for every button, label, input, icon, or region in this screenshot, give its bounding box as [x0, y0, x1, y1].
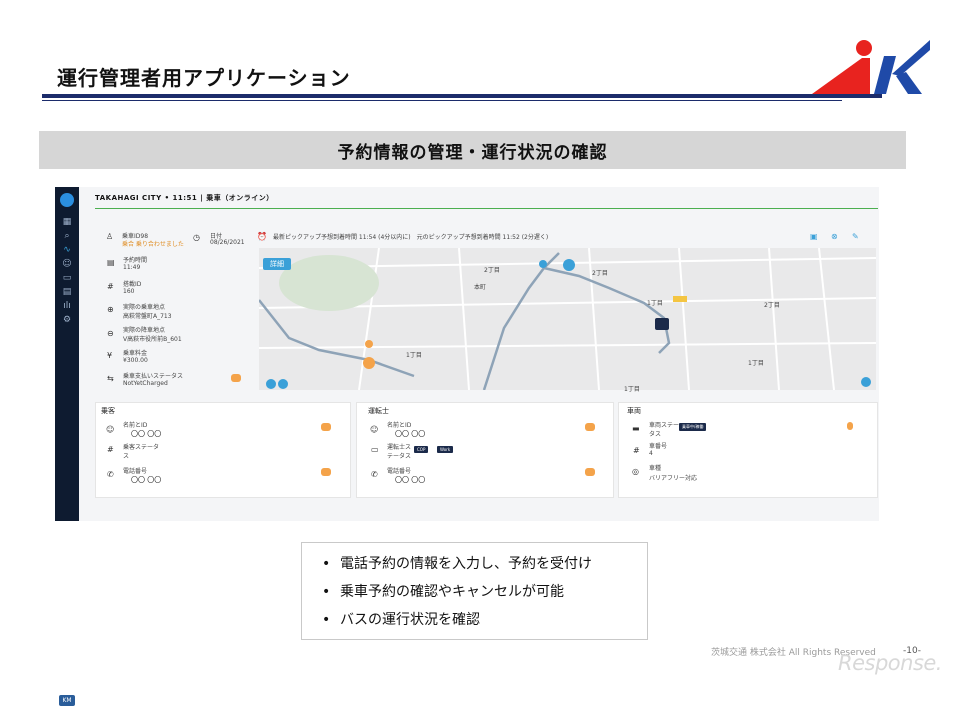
map-label: 1丁目 [748, 360, 764, 367]
detail-value: 高萩常盤町A_713 [123, 313, 172, 320]
passenger-card-title: 乗客 [101, 407, 115, 415]
passenger-phone-label: 電話番号 [123, 468, 148, 475]
cancel-icon[interactable]: ⊗ [831, 232, 838, 241]
vehicle-card [618, 402, 878, 498]
pin-plus-icon: ⊕ [107, 305, 114, 314]
route-icon[interactable]: ∿ [61, 245, 73, 255]
bus-icon[interactable]: ▭ [61, 273, 73, 283]
driver-name-label: 名前とID [387, 422, 412, 429]
ride-status: 乗合 乗り合わせました [122, 241, 184, 248]
driver-status-label: 運転士ステータス [387, 444, 412, 460]
section-banner: 予約情報の管理・運行状況の確認 [39, 131, 906, 169]
passenger-call-button[interactable] [321, 468, 331, 476]
map-label: 2丁目 [764, 302, 780, 309]
map-canvas [259, 248, 876, 390]
app-sidebar: ▦ ⌕ ∿ ☺ ▭ ▤ ılı ⚙ KM [55, 187, 79, 706]
wheelchair-icon: ◎ [632, 467, 639, 476]
driver-call-button[interactable] [585, 468, 595, 476]
map-label: 本町 [474, 284, 487, 291]
bus-icon: ▬ [632, 424, 640, 433]
map-label: 2丁目 [484, 267, 500, 274]
driver-phone-label: 電話番号 [387, 468, 412, 475]
id-card-icon: ☺ [106, 425, 115, 434]
title-rule-thin [42, 100, 842, 101]
detail-value: V高萩市役所前B_601 [123, 336, 182, 343]
payment-icon: ⇆ [107, 374, 114, 383]
calendar-clock-icon: ▤ [107, 258, 115, 267]
chart-icon[interactable]: ılı [61, 301, 73, 311]
calendar-icon[interactable]: ▣ [810, 232, 818, 241]
hash-icon: # [633, 446, 640, 455]
passenger-status-label: 乗客ステータス [123, 444, 160, 460]
phone-icon: ✆ [371, 470, 378, 479]
pickup-info: 最新ピックアップ予想到着時間 11:54 (4分以内に) 元のピックアップ予想到… [273, 234, 549, 241]
edit-icon[interactable]: ✎ [852, 232, 859, 241]
driver-name-action[interactable] [585, 423, 595, 431]
bullet-item: • 乗車予約の確認やキャンセルが可能 [322, 584, 564, 600]
detail-value: ¥300.00 [123, 357, 148, 364]
title-rule-thick [42, 94, 882, 98]
driver-card-title: 運転士 [368, 407, 389, 415]
passenger-name-label: 名前とID [123, 422, 148, 429]
detail-value: NotYetCharged [123, 380, 168, 387]
map-label: 1丁目 [647, 300, 663, 307]
detail-button[interactable]: 詳細 [263, 258, 291, 270]
person-icon: ♙ [106, 232, 114, 241]
vehicle-card-title: 車両 [627, 407, 641, 415]
bullet-item: • 電話予約の情報を入力し、予約を受付け [322, 556, 592, 572]
route-map[interactable] [259, 248, 876, 390]
pin-minus-icon: ⊖ [107, 329, 114, 338]
app-logo-icon [60, 193, 74, 207]
app-topbar: TAKAHAGI CITY • 11:51 | 乗車（オンライン） [95, 194, 274, 202]
payment-action-button[interactable] [231, 374, 241, 382]
money-icon: ¥ [107, 351, 113, 360]
passenger-name-value: 〇〇 〇〇 [131, 430, 162, 438]
topbar-divider [95, 208, 878, 209]
vehicle-number-label: 車番号 [649, 443, 668, 450]
detail-label: 乗車料金 [123, 350, 148, 357]
detail-label: 搭載ID [123, 281, 142, 288]
status-icon: # [107, 445, 114, 454]
id-card-icon: ☺ [370, 425, 379, 434]
vehicle-status-label: 車両ステータス [649, 422, 680, 438]
map-label: 2丁目 [592, 270, 608, 277]
date-value: 08/26/2021 [210, 239, 245, 246]
summary-bullets: • 電話予約の情報を入力し、予約を受付け • 乗車予約の確認やキャンセルが可能 • バ… [301, 542, 648, 640]
driver-name-value: 〇〇 〇〇 [395, 430, 426, 438]
driver-status-tag: COP [414, 446, 429, 453]
dashboard-icon[interactable]: ▦ [61, 217, 73, 227]
user-avatar[interactable]: KM [59, 695, 75, 706]
detail-label: 実際の降車地点 [123, 327, 166, 334]
detail-label: 乗車支払いステータス [123, 373, 184, 380]
map-label: 1丁目 [624, 386, 640, 393]
detail-value: 160 [123, 288, 135, 295]
driver-phone-value: 〇〇 〇〇 [395, 476, 426, 484]
slide-title: 運行管理者用アプリケーション [57, 66, 351, 90]
vehicle-action-button[interactable] [847, 422, 853, 430]
detail-label: 実際の乗車地点 [123, 304, 166, 311]
vehicle-number-value: 4 [649, 450, 653, 457]
alarm-icon: ⏰ [257, 232, 267, 241]
gear-icon[interactable]: ⚙ [61, 315, 73, 325]
map-icon[interactable]: ▤ [61, 287, 73, 297]
phone-icon: ✆ [107, 470, 114, 479]
bullet-item: • バスの運行状況を確認 [322, 612, 480, 628]
passenger-name-action[interactable] [321, 423, 331, 431]
vehicle-status-tag: 乗車中/稼働 [679, 423, 707, 431]
driver-status-tag: Work [437, 446, 454, 453]
vehicle-type-label: 車種 [649, 465, 662, 472]
watermark-logo: Response. [838, 651, 942, 675]
detail-label: 予約時間 [123, 257, 148, 264]
search-icon[interactable]: ⌕ [61, 231, 73, 241]
hash-icon: # [107, 282, 114, 291]
users-icon[interactable]: ☺ [61, 259, 73, 269]
clock-icon: ◷ [193, 233, 200, 242]
passenger-phone-value: 〇〇 〇〇 [131, 476, 162, 484]
status-icon: ▭ [371, 445, 379, 454]
detail-value: 11:49 [123, 264, 141, 271]
company-logo [812, 40, 930, 94]
vehicle-type-value: バリアフリー対応 [649, 475, 698, 482]
map-label: 1丁目 [406, 352, 422, 359]
